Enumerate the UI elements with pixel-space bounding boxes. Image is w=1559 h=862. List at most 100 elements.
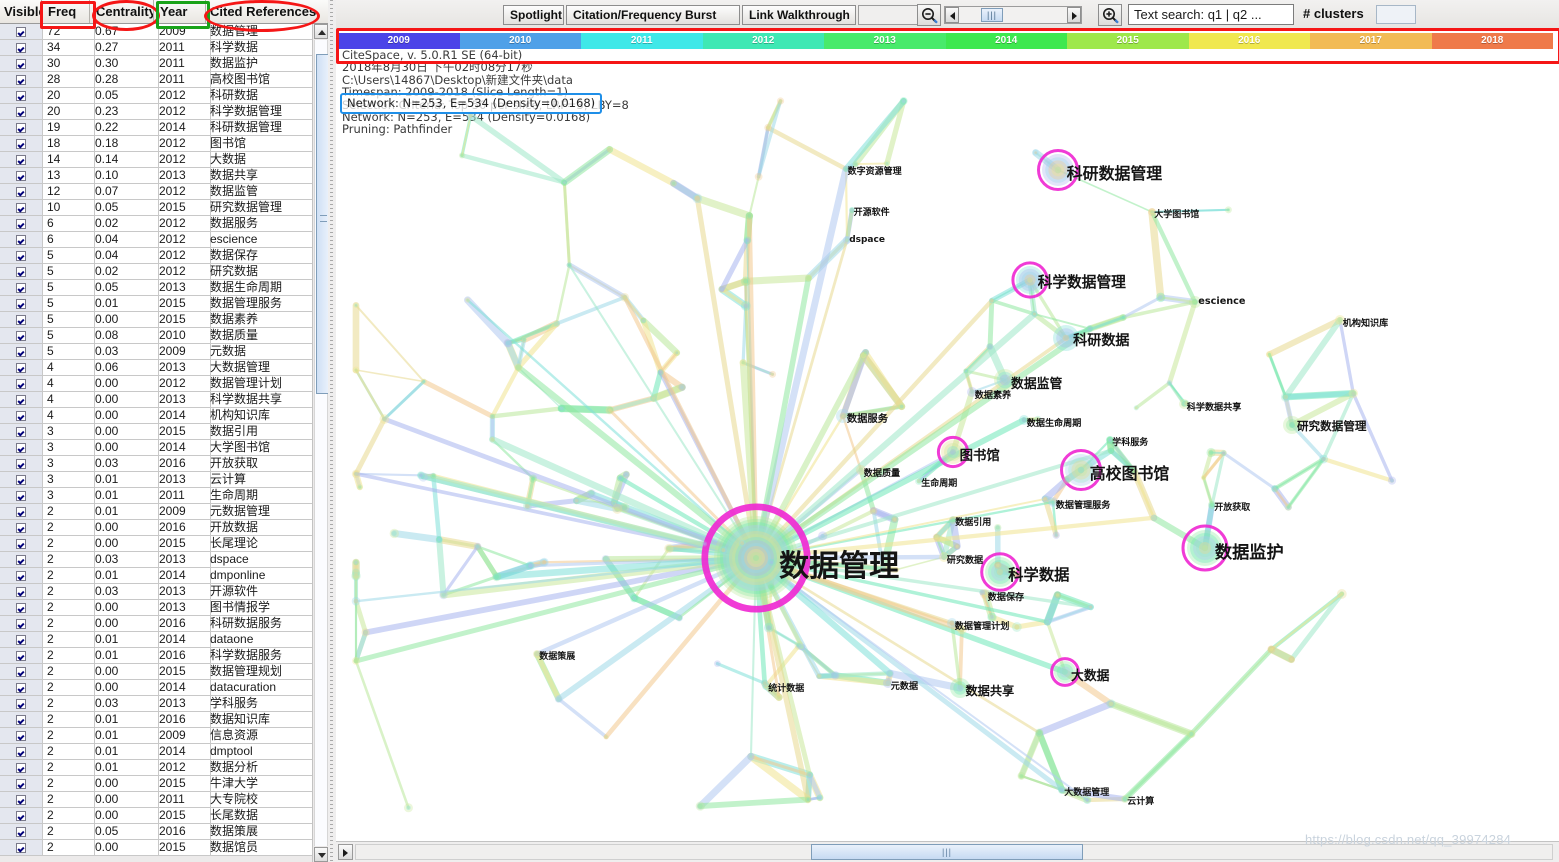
table-row[interactable]: 50.002015数据素养 — [0, 312, 312, 328]
checkbox-icon[interactable] — [16, 283, 26, 293]
checkbox-icon[interactable] — [16, 139, 26, 149]
network-node-unlabeled[interactable] — [1281, 392, 1291, 402]
column-header-centrality[interactable]: Centrality — [90, 0, 154, 23]
checkbox-icon[interactable] — [16, 363, 26, 373]
table-vertical-scrollbar[interactable] — [312, 24, 328, 862]
network-node-unlabeled[interactable] — [555, 695, 563, 703]
network-node-unlabeled[interactable] — [1206, 448, 1215, 457]
network-node-unlabeled[interactable] — [1035, 729, 1043, 737]
network-node-unlabeled[interactable] — [764, 124, 772, 132]
checkbox-icon[interactable] — [16, 827, 26, 837]
network-node-unlabeled[interactable] — [1201, 475, 1206, 480]
slider-right-arrow[interactable] — [1067, 7, 1081, 23]
clusters-input[interactable] — [1376, 5, 1416, 24]
network-node-unlabeled[interactable] — [1221, 450, 1227, 456]
network-node-unlabeled[interactable] — [430, 473, 436, 479]
checkbox-icon[interactable] — [16, 507, 26, 517]
row-visible-checkbox[interactable] — [0, 296, 43, 311]
network-node[interactable] — [1335, 315, 1345, 325]
network-node-unlabeled[interactable] — [892, 516, 898, 522]
row-visible-checkbox[interactable] — [0, 504, 43, 519]
network-node-unlabeled[interactable] — [439, 591, 448, 600]
checkbox-icon[interactable] — [16, 667, 26, 677]
network-node-unlabeled[interactable] — [567, 262, 572, 267]
network-node-unlabeled[interactable] — [818, 531, 827, 540]
row-visible-checkbox[interactable] — [0, 264, 43, 279]
network-node-unlabeled[interactable] — [900, 97, 908, 105]
table-row[interactable]: 20.012014dmptool — [0, 744, 312, 760]
network-node-unlabeled[interactable] — [696, 801, 705, 810]
checkbox-icon[interactable] — [16, 619, 26, 629]
column-header-cited-references[interactable]: Cited References — [206, 0, 328, 23]
checkbox-icon[interactable] — [16, 459, 26, 469]
network-node[interactable] — [705, 507, 807, 609]
network-node-unlabeled[interactable] — [390, 529, 399, 538]
row-visible-checkbox[interactable] — [0, 440, 43, 455]
table-row[interactable]: 40.002013科学数据共享 — [0, 392, 312, 408]
network-node-unlabeled[interactable] — [1086, 325, 1093, 332]
row-visible-checkbox[interactable] — [0, 40, 43, 55]
network-node-unlabeled[interactable] — [1266, 351, 1273, 358]
network-node-unlabeled[interactable] — [1063, 476, 1071, 484]
checkbox-icon[interactable] — [16, 395, 26, 405]
network-node[interactable] — [1183, 526, 1227, 570]
network-node-unlabeled[interactable] — [746, 212, 754, 220]
network-node-unlabeled[interactable] — [474, 543, 482, 551]
network-node-unlabeled[interactable] — [777, 97, 784, 104]
row-visible-checkbox[interactable] — [0, 792, 43, 807]
checkbox-icon[interactable] — [16, 635, 26, 645]
row-visible-checkbox[interactable] — [0, 392, 43, 407]
table-row[interactable]: 60.042012escience — [0, 232, 312, 248]
checkbox-icon[interactable] — [16, 43, 26, 53]
network-node[interactable] — [1048, 497, 1058, 507]
table-row[interactable]: 50.042012数据保存 — [0, 248, 312, 264]
table-row[interactable]: 20.032013学科服务 — [0, 696, 312, 712]
network-node-unlabeled[interactable] — [602, 555, 610, 563]
network-node[interactable] — [1019, 415, 1029, 425]
row-visible-checkbox[interactable] — [0, 760, 43, 775]
network-node-unlabeled[interactable] — [1131, 468, 1138, 475]
network-node-unlabeled[interactable] — [994, 562, 1001, 569]
row-visible-checkbox[interactable] — [0, 216, 43, 231]
network-node-unlabeled[interactable] — [1120, 314, 1127, 321]
row-visible-checkbox[interactable] — [0, 456, 43, 471]
network-node-unlabeled[interactable] — [1083, 796, 1091, 804]
row-visible-checkbox[interactable] — [0, 376, 43, 391]
checkbox-icon[interactable] — [16, 155, 26, 165]
table-row[interactable]: 20.012012数据分析 — [0, 760, 312, 776]
table-row[interactable]: 720.672009数据管理 — [0, 24, 312, 40]
network-node[interactable] — [1189, 296, 1201, 308]
row-visible-checkbox[interactable] — [0, 568, 43, 583]
network-node-unlabeled[interactable] — [719, 546, 727, 554]
network-node-unlabeled[interactable] — [1015, 572, 1020, 577]
table-row[interactable]: 20.002016开放数据 — [0, 520, 312, 536]
row-visible-checkbox[interactable] — [0, 56, 43, 71]
network-node-unlabeled[interactable] — [1054, 591, 1061, 598]
table-row[interactable]: 30.012011生命周期 — [0, 488, 312, 504]
row-visible-checkbox[interactable] — [0, 408, 43, 423]
table-row[interactable]: 20.002011大专院校 — [0, 792, 312, 808]
slider-thumb[interactable]: ||| — [981, 8, 1003, 22]
network-node-unlabeled[interactable] — [886, 670, 894, 678]
network-node-unlabeled[interactable] — [989, 298, 994, 303]
network-node-unlabeled[interactable] — [352, 470, 360, 478]
network-node-unlabeled[interactable] — [362, 628, 370, 636]
row-visible-checkbox[interactable] — [0, 232, 43, 247]
row-visible-checkbox[interactable] — [0, 840, 43, 855]
network-node-unlabeled[interactable] — [898, 403, 905, 410]
network-node[interactable] — [533, 650, 541, 658]
cited-references-table[interactable]: 720.672009数据管理340.272011科学数据300.302011数据… — [0, 24, 312, 862]
checkbox-icon[interactable] — [16, 811, 26, 821]
checkbox-icon[interactable] — [16, 779, 26, 789]
row-visible-checkbox[interactable] — [0, 632, 43, 647]
spotlight-button[interactable]: Spotlight — [503, 5, 564, 25]
network-node-unlabeled[interactable] — [553, 321, 559, 327]
network-node-unlabeled[interactable] — [747, 753, 754, 760]
table-row[interactable]: 20.002016科研数据服务 — [0, 616, 312, 632]
network-node[interactable] — [1208, 501, 1216, 509]
checkbox-icon[interactable] — [16, 75, 26, 85]
table-row[interactable]: 30.002015数据引用 — [0, 424, 312, 440]
network-node-unlabeled[interactable] — [540, 558, 549, 567]
network-node-unlabeled[interactable] — [1187, 730, 1195, 738]
row-visible-checkbox[interactable] — [0, 136, 43, 151]
